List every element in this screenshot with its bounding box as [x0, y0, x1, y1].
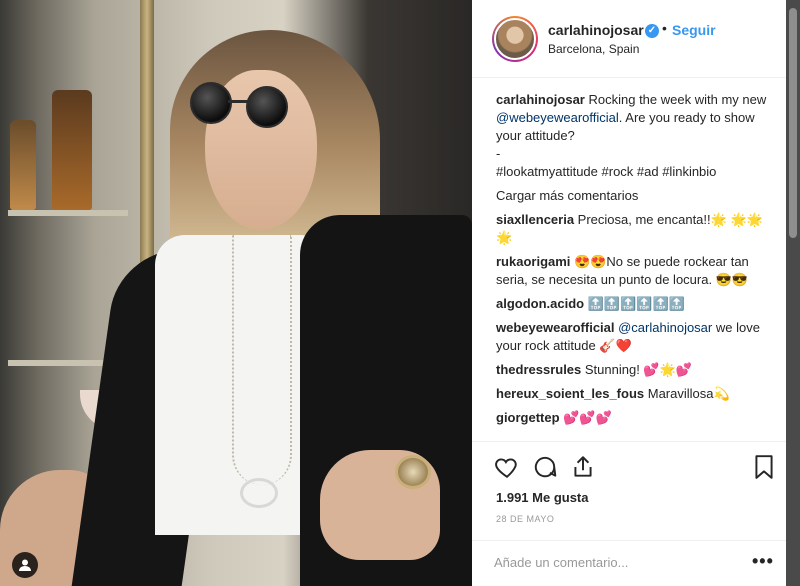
comment-emoji: 🎸❤️ — [599, 338, 632, 353]
necklace — [232, 235, 292, 485]
user-tag-icon[interactable] — [12, 552, 38, 578]
shelf — [8, 210, 128, 216]
mention-link[interactable]: @carlahinojosar — [615, 320, 712, 335]
post-side-panel: carlahinojosar ✓ • Seguir Barcelona, Spa… — [472, 0, 786, 586]
load-more-comments[interactable]: Cargar más comentarios — [496, 187, 768, 205]
follow-button[interactable]: Seguir — [672, 22, 716, 38]
sunglasses-lens — [246, 86, 288, 128]
comment-username[interactable]: webeyewearofficial — [496, 320, 615, 335]
hashtags[interactable]: #lookatmyattitude #rock #ad #linkinbio — [496, 163, 768, 181]
scrollbar-thumb[interactable] — [789, 8, 797, 238]
instagram-post-modal: carlahinojosar ✓ • Seguir Barcelona, Spa… — [0, 0, 800, 586]
comment-username[interactable]: algodon.acido — [496, 296, 584, 311]
comment: hereux_soient_les_fous Maravillosa💫 — [496, 386, 730, 401]
comment-emoji: 😎😎 — [715, 272, 749, 287]
mention-link[interactable]: @webeyewearofficial — [496, 110, 619, 125]
more-options-button[interactable]: ••• — [752, 551, 774, 572]
comment: rukaorigami 😍😍No se puede rockear tan se… — [496, 254, 749, 287]
comment-icon[interactable] — [532, 454, 560, 482]
verified-icon: ✓ — [645, 24, 659, 38]
separator-dot: • — [662, 20, 667, 36]
avatar[interactable] — [492, 16, 538, 62]
likes-count[interactable]: 1.991 Me gusta — [496, 490, 589, 505]
pendant — [240, 478, 278, 508]
comment-username[interactable]: thedressrules — [496, 362, 581, 377]
comment-username[interactable]: siaxllenceria — [496, 212, 574, 227]
sunglasses-bridge — [228, 100, 248, 103]
add-comment-input[interactable] — [494, 551, 734, 573]
comment-emoji: 💕🌟💕 — [643, 362, 692, 377]
comment: siaxllenceria Preciosa, me encanta!!🌟 🌟🌟… — [496, 212, 763, 245]
comment: algodon.acido 🔝🔝🔝🔝🔝🔝 — [496, 295, 768, 313]
comment-emoji: 💕💕💕 — [559, 410, 612, 425]
sunglasses-lens — [190, 82, 232, 124]
bookmark-icon[interactable] — [752, 454, 780, 482]
bottle — [52, 90, 92, 210]
comment-emoji: 💫 — [713, 386, 730, 401]
share-icon[interactable] — [570, 454, 598, 482]
comment-username[interactable]: giorgettep — [496, 410, 560, 425]
comment: giorgettep 💕💕💕 — [496, 409, 768, 427]
comment-emoji: 🔝🔝🔝🔝🔝🔝 — [587, 296, 685, 311]
caption-dash: - — [496, 146, 501, 161]
bottle — [10, 120, 36, 210]
post-actions: 1.991 Me gusta 28 DE MAYO ••• — [472, 441, 786, 581]
heart-icon[interactable] — [494, 454, 522, 482]
username-link[interactable]: carlahinojosar — [548, 22, 644, 38]
comment: webeyewearofficial @carlahinojosar we lo… — [496, 320, 760, 353]
post-header: carlahinojosar ✓ • Seguir Barcelona, Spa… — [472, 0, 786, 78]
add-comment-section: ••• — [472, 540, 786, 584]
comment-username[interactable]: hereux_soient_les_fous — [496, 386, 644, 401]
location-link[interactable]: Barcelona, Spain — [548, 42, 639, 56]
caption: carlahinojosar Rocking the week with my … — [496, 92, 767, 143]
caption-username[interactable]: carlahinojosar — [496, 92, 585, 107]
post-photo[interactable] — [0, 0, 472, 586]
post-date[interactable]: 28 DE MAYO — [496, 514, 554, 524]
comments-list[interactable]: carlahinojosar Rocking the week with my … — [472, 79, 786, 441]
comment: thedressrules Stunning! 💕🌟💕 — [496, 362, 692, 377]
comment-username[interactable]: rukaorigami — [496, 254, 570, 269]
watch — [395, 455, 431, 489]
